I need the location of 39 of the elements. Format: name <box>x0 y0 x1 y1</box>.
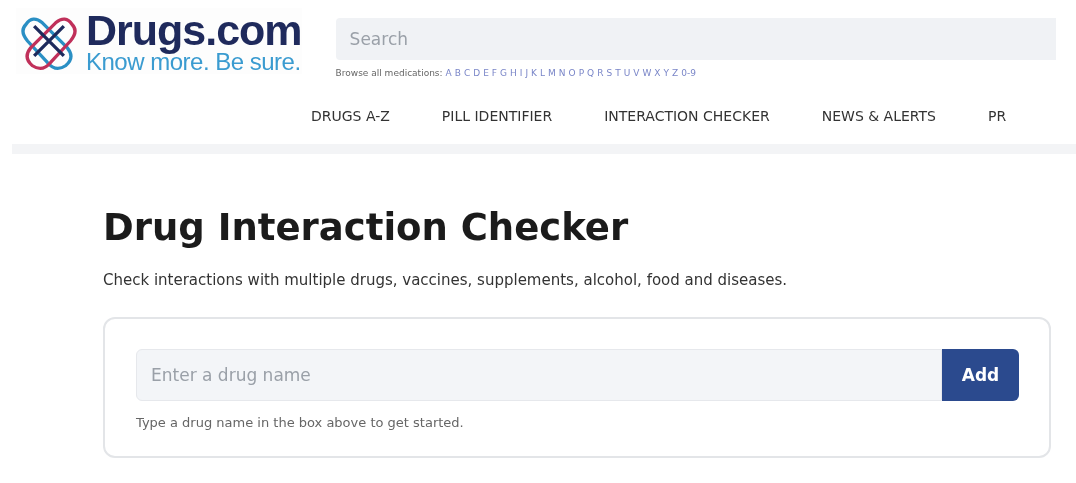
letter-link[interactable]: J <box>525 68 529 78</box>
letter-link[interactable]: K <box>531 68 537 78</box>
letter-link[interactable]: V <box>633 68 640 78</box>
letter-link[interactable]: Q <box>587 68 595 78</box>
letter-link[interactable]: G <box>500 68 507 78</box>
letter-link[interactable]: W <box>642 68 652 78</box>
letter-link[interactable]: A <box>445 68 452 78</box>
page-title: Drug Interaction Checker <box>103 206 630 249</box>
nav-link[interactable]: NEWS & ALERTS <box>821 108 936 124</box>
letter-link[interactable]: C <box>463 68 471 78</box>
letter-link[interactable]: U <box>623 68 631 78</box>
search-field[interactable]: Search <box>335 18 1056 60</box>
letter-link[interactable]: Y <box>663 68 669 78</box>
nav-link[interactable]: PR <box>988 108 1007 124</box>
letter-link[interactable]: X <box>654 68 661 78</box>
letter-link[interactable]: R <box>597 68 604 78</box>
letter-link[interactable]: S <box>606 68 613 78</box>
drug-name-field[interactable]: Enter a drug name <box>136 349 942 401</box>
nav-link[interactable]: INTERACTION CHECKER <box>604 108 770 124</box>
letter-link[interactable]: T <box>615 68 621 78</box>
browse-label: Browse all medications: <box>335 68 443 78</box>
letter-link[interactable]: D <box>473 68 481 78</box>
letter-link[interactable]: 0-9 <box>681 68 696 78</box>
letter-link[interactable]: Z <box>672 68 679 78</box>
page-subtitle: Check interactions with multiple drugs, vaccines, supplements, alcohol, food and diseases. <box>103 271 789 289</box>
letter-link[interactable]: I <box>519 68 523 78</box>
add-button[interactable]: Add <box>942 349 1019 401</box>
nav-link[interactable]: DRUGS A-Z <box>311 108 390 124</box>
letter-link[interactable]: E <box>483 68 489 78</box>
letter-link[interactable]: O <box>568 68 576 78</box>
help-text: Type a drug name in the box above to get started. <box>136 415 465 430</box>
letter-link[interactable]: H <box>510 68 517 78</box>
letter-link[interactable]: F <box>491 68 498 78</box>
letter-link[interactable]: M <box>548 68 556 78</box>
letter-link[interactable]: L <box>540 68 546 78</box>
letter-link[interactable]: P <box>578 68 585 78</box>
letter-link[interactable]: B <box>454 68 461 78</box>
nav-link[interactable]: PILL IDENTIFIER <box>441 108 553 124</box>
letter-link[interactable]: N <box>558 68 566 78</box>
